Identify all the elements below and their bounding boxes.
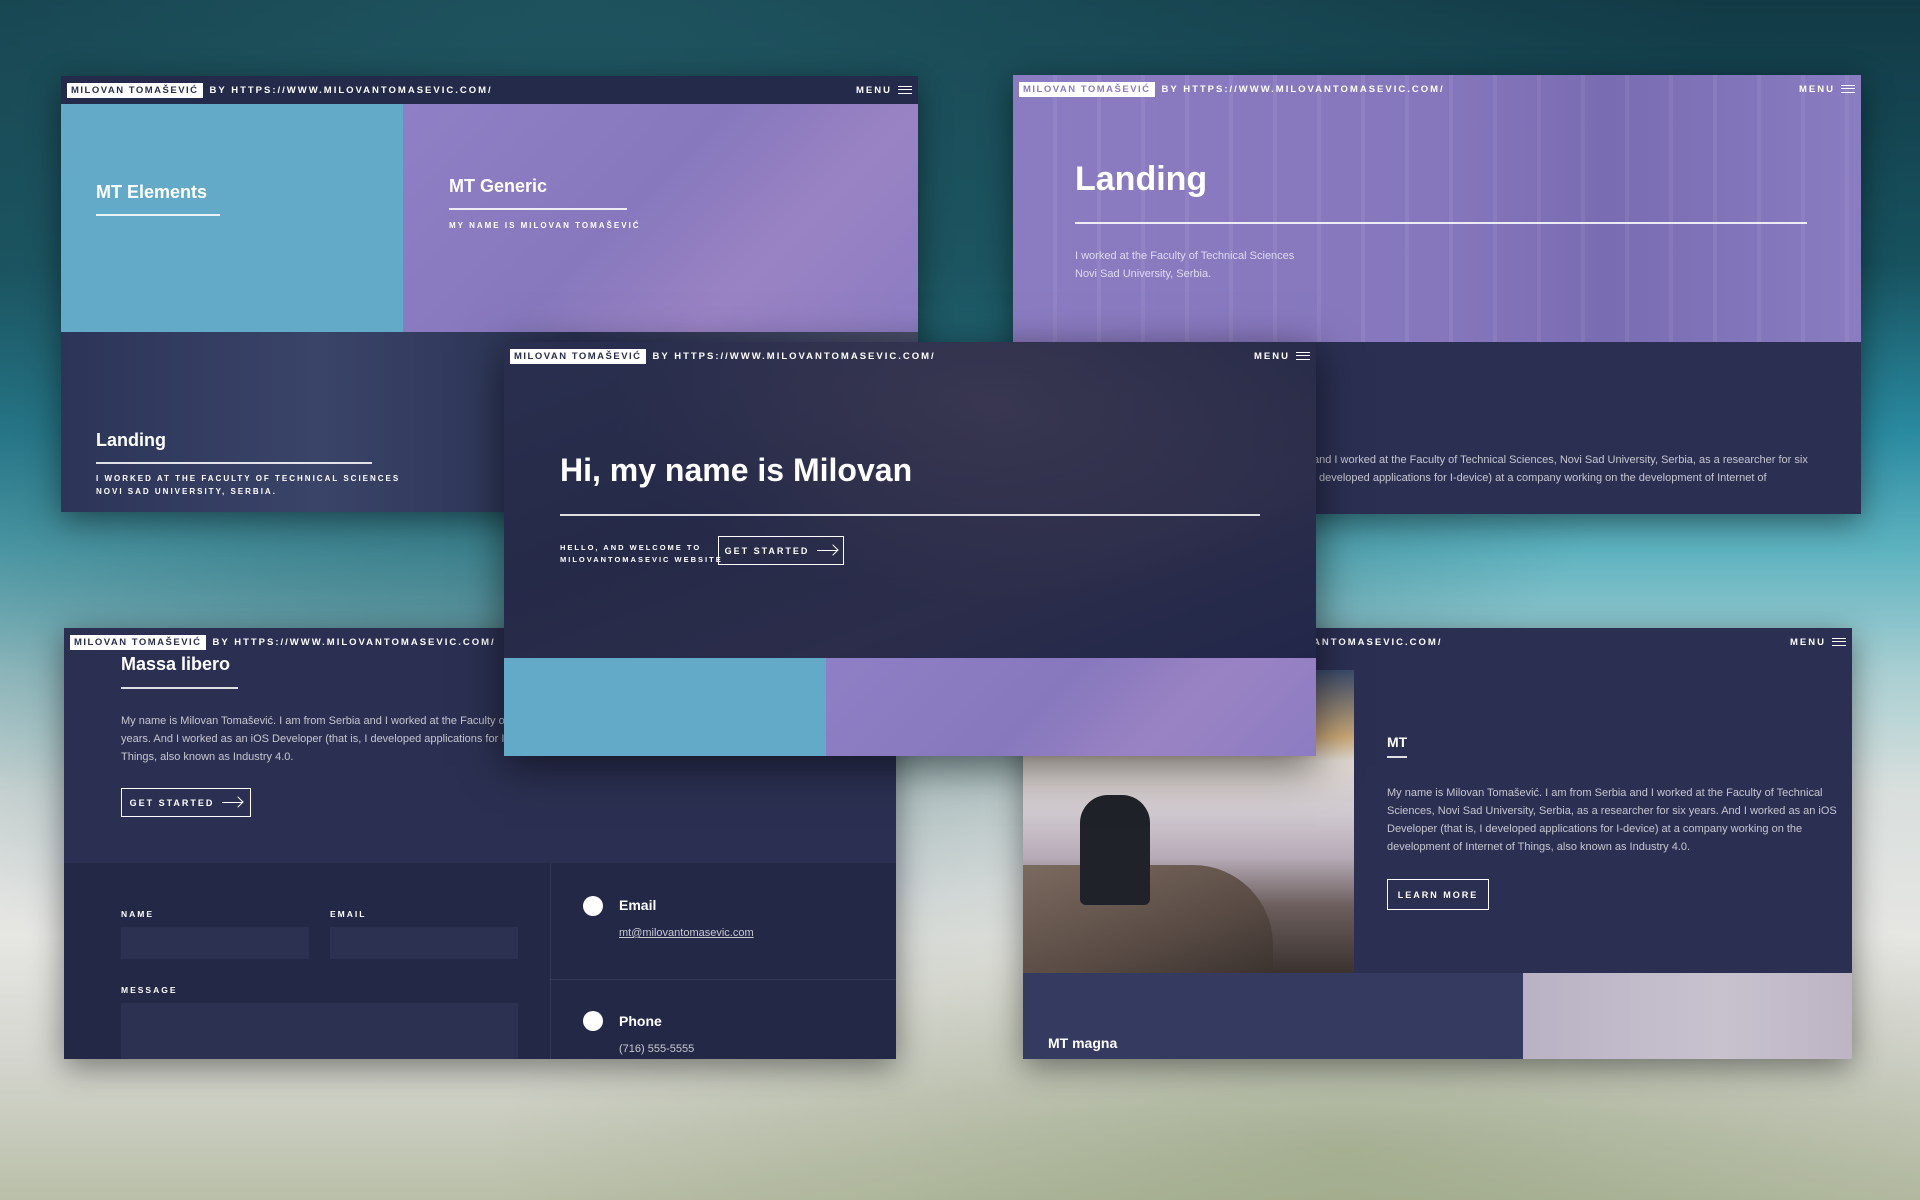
brand-logo[interactable]: MILOVAN TOMAŠEVIĆ (1019, 81, 1155, 97)
screenshot-home: MILOVAN TOMAŠEVIĆ BY HTTPS://WWW.MILOVAN… (504, 342, 1316, 756)
body-para-2: years. And I worked as an iOS Developer … (121, 733, 521, 745)
button-label: LEARN MORE (1397, 889, 1479, 900)
hamburger-icon (1296, 352, 1310, 360)
hero-title: Hi, my name is Milovan (560, 452, 913, 488)
get-started-button[interactable]: GET STARTED (121, 788, 251, 817)
tile-mt-elements[interactable]: MT Elements (61, 104, 403, 332)
menu-button[interactable]: MENU (1799, 84, 1855, 95)
body-para-1: and I worked at the Faculty of Technical… (1313, 454, 1808, 466)
title-underline (449, 208, 627, 210)
tile-title: MT magna (1048, 1035, 1118, 1051)
top-nav: MILOVAN TOMAŠEVIĆ BY HTTPS://WWW.MILOVAN… (504, 342, 1316, 370)
phone-title: Phone (619, 1013, 662, 1029)
email-link[interactable]: mt@milovantomasevic.com (619, 927, 754, 939)
hero-underline (560, 514, 1260, 516)
hero-banner (504, 342, 1316, 658)
tile-title: Landing (96, 430, 166, 450)
email-label: EMAIL (330, 909, 367, 919)
brand-url[interactable]: BY HTTPS://WWW.MILOVANTOMASEVIC.COM/ (210, 85, 493, 96)
arrow-right-icon (222, 801, 243, 804)
section-title: MT (1387, 734, 1408, 750)
learn-more-button[interactable]: LEARN MORE (1387, 879, 1489, 910)
get-started-button[interactable]: GET STARTED (718, 536, 844, 565)
body-para-3: Things, also known as Industry 4.0. (121, 751, 294, 763)
brand-logo[interactable]: MILOVAN TOMAŠEVIĆ (70, 634, 206, 650)
tile-subtitle-line2: NOVI SAD UNIVERSITY, SERBIA. (96, 487, 277, 496)
brand-url[interactable]: BY HTTPS://WWW.MILOVANTOMASEVIC.COM/ (1162, 84, 1445, 95)
brand-url[interactable]: ANTOMASEVIC.COM/ (1313, 637, 1442, 648)
title-underline (1387, 756, 1407, 758)
title-underline (96, 462, 372, 464)
menu-button[interactable]: MENU (856, 85, 912, 96)
brand-logo[interactable]: MILOVAN TOMAŠEVIĆ (67, 82, 203, 98)
title-underline (1075, 222, 1807, 224)
arrow-right-icon (817, 549, 838, 552)
title-underline (121, 687, 238, 689)
section-title: Massa libero (121, 654, 231, 674)
body-para-3: Developer (that is, I developed applicat… (1387, 823, 1803, 835)
tile-title: MT Generic (449, 176, 548, 196)
hero-line-2: Novi Sad University, Serbia. (1075, 268, 1212, 280)
email-field[interactable] (330, 927, 518, 959)
tile-mt-generic[interactable]: MT Generic MY NAME IS MILOVAN TOMAŠEVIĆ (403, 104, 918, 332)
tile-blue-preview[interactable] (504, 658, 826, 756)
brand-logo[interactable]: MILOVAN TOMAŠEVIĆ (510, 348, 646, 364)
top-nav: MILOVAN TOMAŠEVIĆ BY HTTPS://WWW.MILOVAN… (1013, 75, 1861, 103)
wall-photo-tile[interactable] (1523, 973, 1852, 1059)
menu-button[interactable]: MENU (1254, 351, 1310, 362)
tile-purple-preview[interactable] (826, 658, 1316, 756)
name-label: NAME (121, 909, 155, 919)
hamburger-icon (898, 86, 912, 94)
welcome-line-2: MILOVANTOMASEVIC WEBSITE (560, 555, 723, 564)
tile-subtitle-line1: I WORKED AT THE FACULTY OF TECHNICAL SCI… (96, 474, 401, 483)
mt-magna-tile[interactable]: MT magna (1023, 973, 1523, 1059)
tile-subtitle: MY NAME IS MILOVAN TOMAŠEVIĆ (449, 221, 641, 230)
hero-city-image (1013, 75, 1861, 342)
body-para-2: Sciences, Novi Sad University, Serbia, a… (1387, 805, 1837, 817)
body-para-2: developed applications for I-device) at … (1319, 472, 1767, 484)
top-nav: MILOVAN TOMAŠEVIĆ BY HTTPS://WWW.MILOVAN… (61, 76, 918, 104)
message-label: MESSAGE (121, 985, 178, 995)
envelope-icon (583, 896, 603, 916)
title-underline (96, 214, 220, 216)
name-field[interactable] (121, 927, 309, 959)
person-silhouette (1080, 795, 1150, 905)
message-field[interactable] (121, 1003, 518, 1059)
column-divider (550, 863, 551, 1059)
body-para-4: development of Internet of Things, also … (1387, 841, 1691, 853)
brand-url[interactable]: BY HTTPS://WWW.MILOVANTOMASEVIC.COM/ (213, 637, 496, 648)
menu-label: MENU (1799, 83, 1835, 95)
tile-title: MT Elements (96, 182, 208, 202)
menu-button[interactable]: MENU (1790, 637, 1846, 648)
page-title: Landing (1075, 160, 1208, 198)
body-para-1: My name is Milovan Tomašević. I am from … (1387, 787, 1823, 799)
button-label: GET STARTED (129, 797, 215, 808)
body-para-1: My name is Milovan Tomašević. I am from … (121, 715, 523, 727)
menu-label: MENU (856, 84, 892, 96)
hamburger-icon (1841, 85, 1855, 93)
row-divider (550, 979, 896, 980)
hamburger-icon (1832, 638, 1846, 646)
brand-url[interactable]: BY HTTPS://WWW.MILOVANTOMASEVIC.COM/ (653, 351, 936, 362)
menu-label: MENU (1254, 350, 1290, 362)
contact-section: NAME EMAIL MESSAGE Email mt@milovantomas… (64, 863, 896, 1059)
phone-number: (716) 555-5555 (619, 1043, 695, 1055)
menu-label: MENU (1790, 636, 1826, 648)
phone-icon (583, 1011, 603, 1031)
email-title: Email (619, 897, 657, 913)
hero-line-1: I worked at the Faculty of Technical Sci… (1075, 250, 1295, 262)
button-label: GET STARTED (724, 545, 810, 556)
